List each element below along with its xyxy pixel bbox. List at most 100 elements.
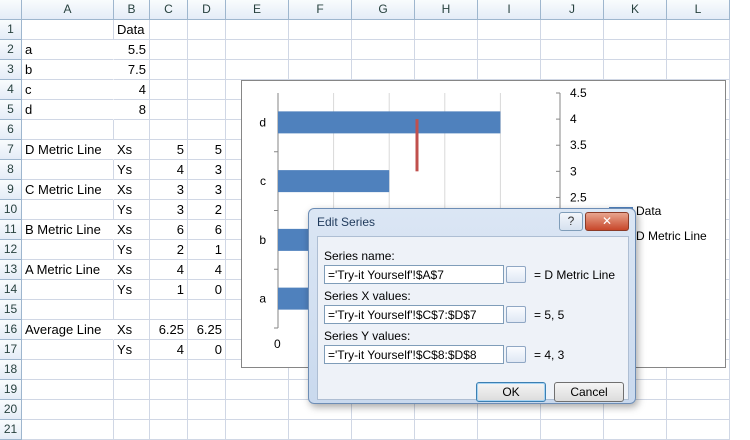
row-header[interactable]: 16	[0, 320, 22, 340]
cell-d15[interactable]	[188, 300, 226, 320]
row-header[interactable]: 2	[0, 40, 22, 60]
cell-e3[interactable]	[226, 60, 289, 80]
cell-b16[interactable]: Xs	[114, 320, 150, 340]
cell-a10[interactable]	[22, 200, 114, 220]
row-header[interactable]: 20	[0, 400, 22, 420]
row-header[interactable]: 3	[0, 60, 22, 80]
row-header[interactable]: 4	[0, 80, 22, 100]
column-header-e[interactable]: E	[226, 0, 289, 20]
cell-c9[interactable]: 3	[150, 180, 188, 200]
cell-j21[interactable]	[541, 420, 604, 440]
row-header[interactable]: 8	[0, 160, 22, 180]
cell-g2[interactable]	[352, 40, 415, 60]
cell-d11[interactable]: 6	[188, 220, 226, 240]
cell-l3[interactable]	[667, 60, 730, 80]
cell-a3[interactable]: b	[22, 60, 114, 80]
cell-c13[interactable]: 4	[150, 260, 188, 280]
cell-i21[interactable]	[478, 420, 541, 440]
column-header-d[interactable]: D	[188, 0, 226, 20]
cell-a8[interactable]	[22, 160, 114, 180]
cell-d20[interactable]	[188, 400, 226, 420]
cell-c5[interactable]	[150, 100, 188, 120]
cell-a9[interactable]: C Metric Line	[22, 180, 114, 200]
cell-b1[interactable]: Data	[114, 20, 150, 40]
cell-b2[interactable]: 5.5	[114, 40, 150, 60]
cell-j3[interactable]	[541, 60, 604, 80]
cell-h3[interactable]	[415, 60, 478, 80]
cell-a20[interactable]	[22, 400, 114, 420]
column-header-j[interactable]: J	[541, 0, 604, 20]
close-button[interactable]: ✕	[585, 212, 629, 231]
range-select-icon[interactable]	[506, 266, 526, 283]
cell-b18[interactable]	[114, 360, 150, 380]
cell-k3[interactable]	[604, 60, 667, 80]
cell-c15[interactable]	[150, 300, 188, 320]
cell-a1[interactable]	[22, 20, 114, 40]
cell-d2[interactable]	[188, 40, 226, 60]
cell-d9[interactable]: 3	[188, 180, 226, 200]
cell-c19[interactable]	[150, 380, 188, 400]
row-header[interactable]: 12	[0, 240, 22, 260]
cell-e1[interactable]	[226, 20, 289, 40]
cell-d19[interactable]	[188, 380, 226, 400]
cell-j1[interactable]	[541, 20, 604, 40]
column-header-g[interactable]: G	[352, 0, 415, 20]
cell-l20[interactable]	[667, 400, 730, 420]
cell-f2[interactable]	[289, 40, 352, 60]
row-header[interactable]: 1	[0, 20, 22, 40]
cell-c18[interactable]	[150, 360, 188, 380]
cell-b14[interactable]: Ys	[114, 280, 150, 300]
help-button[interactable]: ?	[559, 212, 583, 231]
cell-a7[interactable]: D Metric Line	[22, 140, 114, 160]
cell-a4[interactable]: c	[22, 80, 114, 100]
cell-k2[interactable]	[604, 40, 667, 60]
cell-a2[interactable]: a	[22, 40, 114, 60]
cell-c8[interactable]: 4	[150, 160, 188, 180]
row-header[interactable]: 5	[0, 100, 22, 120]
cell-d17[interactable]: 0	[188, 340, 226, 360]
cell-d8[interactable]: 3	[188, 160, 226, 180]
cell-c12[interactable]: 2	[150, 240, 188, 260]
cell-a15[interactable]	[22, 300, 114, 320]
cancel-button[interactable]: Cancel	[554, 382, 624, 402]
cell-f1[interactable]	[289, 20, 352, 40]
cell-d3[interactable]	[188, 60, 226, 80]
cell-a13[interactable]: A Metric Line	[22, 260, 114, 280]
range-select-icon[interactable]	[506, 306, 526, 323]
cell-j2[interactable]	[541, 40, 604, 60]
range-select-icon[interactable]	[506, 346, 526, 363]
cell-c11[interactable]: 6	[150, 220, 188, 240]
cell-c6[interactable]	[150, 120, 188, 140]
cell-a16[interactable]: Average Line	[22, 320, 114, 340]
cell-c14[interactable]: 1	[150, 280, 188, 300]
cell-a11[interactable]: B Metric Line	[22, 220, 114, 240]
row-header[interactable]: 7	[0, 140, 22, 160]
cell-b8[interactable]: Ys	[114, 160, 150, 180]
row-header[interactable]: 17	[0, 340, 22, 360]
cell-d18[interactable]	[188, 360, 226, 380]
cell-b20[interactable]	[114, 400, 150, 420]
cell-g1[interactable]	[352, 20, 415, 40]
cell-h2[interactable]	[415, 40, 478, 60]
cell-f3[interactable]	[289, 60, 352, 80]
cell-e2[interactable]	[226, 40, 289, 60]
cell-f21[interactable]	[289, 420, 352, 440]
cell-b3[interactable]: 7.5	[114, 60, 150, 80]
series-name-input[interactable]: ='Try-it Yourself'!$A$7	[324, 265, 504, 284]
cell-e19[interactable]	[226, 380, 289, 400]
cell-c16[interactable]: 6.25	[150, 320, 188, 340]
cell-b7[interactable]: Xs	[114, 140, 150, 160]
cell-c21[interactable]	[150, 420, 188, 440]
column-header-l[interactable]: L	[667, 0, 730, 20]
column-header-k[interactable]: K	[604, 0, 667, 20]
row-header[interactable]: 6	[0, 120, 22, 140]
row-header[interactable]: 10	[0, 200, 22, 220]
cell-c1[interactable]	[150, 20, 188, 40]
cell-d21[interactable]	[188, 420, 226, 440]
cell-c17[interactable]: 4	[150, 340, 188, 360]
row-header[interactable]: 15	[0, 300, 22, 320]
cell-d7[interactable]: 5	[188, 140, 226, 160]
cell-h21[interactable]	[415, 420, 478, 440]
ok-button[interactable]: OK	[476, 382, 546, 402]
column-header-c[interactable]: C	[150, 0, 188, 20]
